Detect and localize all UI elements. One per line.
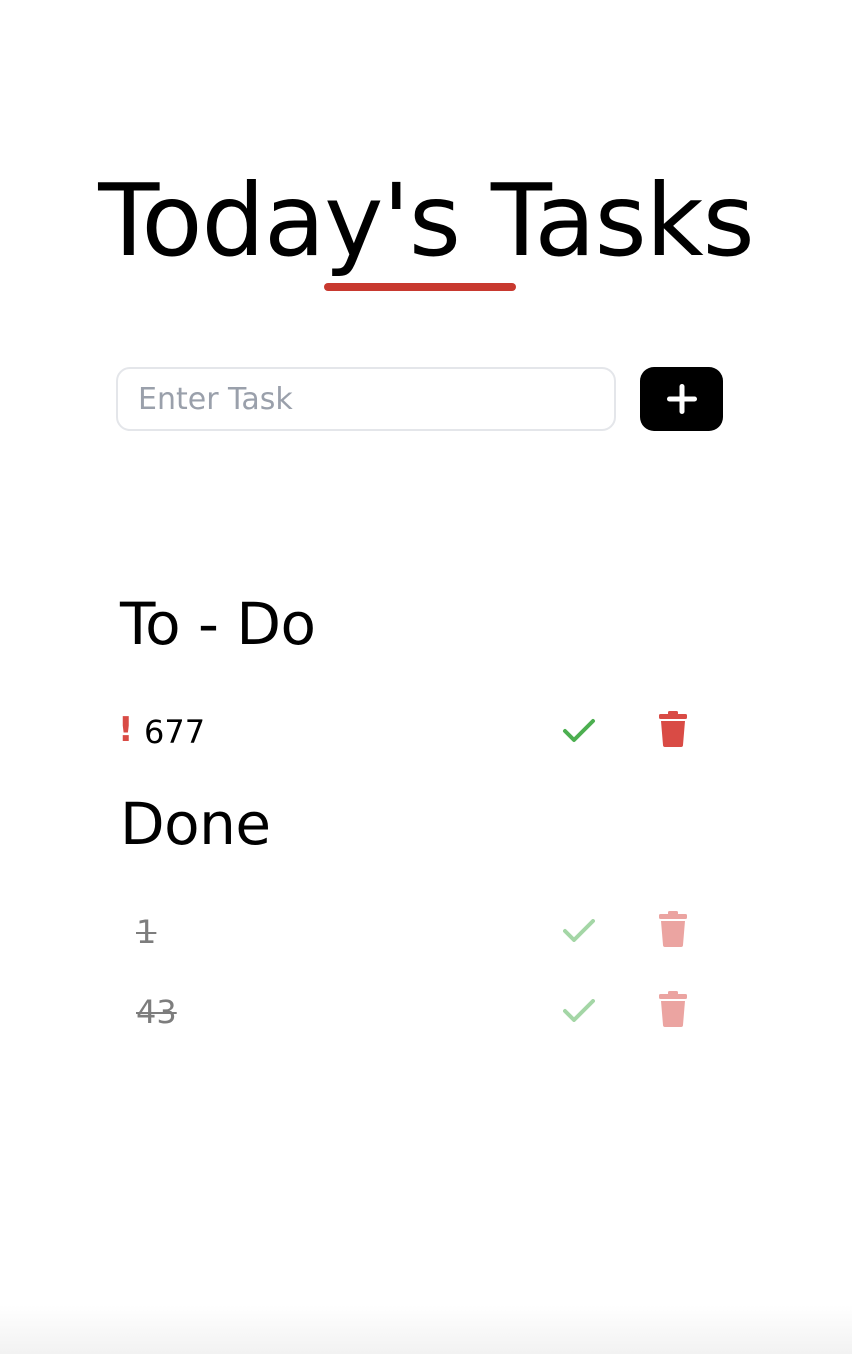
delete-task-button[interactable]	[658, 711, 688, 747]
complete-task-button[interactable]	[562, 916, 596, 946]
complete-task-button[interactable]	[562, 996, 596, 1026]
task-input[interactable]	[116, 367, 616, 431]
checkmark-icon	[563, 719, 595, 742]
checkmark-icon	[563, 919, 595, 942]
complete-task-button[interactable]	[562, 716, 596, 746]
done-task-row: 1	[116, 908, 716, 958]
task-text: 677	[144, 713, 206, 751]
todo-task-row: ! 677	[116, 708, 716, 758]
trash-icon	[659, 711, 687, 747]
delete-task-button[interactable]	[658, 911, 688, 947]
plus-icon	[666, 384, 697, 414]
page-title: Today's Tasks	[98, 162, 755, 279]
checkmark-icon	[563, 999, 595, 1022]
title-underline	[324, 283, 516, 291]
task-text: 43	[136, 993, 177, 1031]
delete-task-button[interactable]	[658, 991, 688, 1027]
trash-icon	[659, 991, 687, 1027]
todo-section-heading: To - Do	[120, 590, 316, 658]
task-text: 1	[136, 913, 157, 951]
add-task-button[interactable]	[640, 367, 723, 431]
exclamation-icon: !	[118, 710, 134, 750]
done-section-heading: Done	[120, 790, 271, 858]
trash-icon	[659, 911, 687, 947]
done-task-row: 43	[116, 988, 716, 1038]
app-page: Today's Tasks To - Do ! 677 Done 1	[0, 0, 852, 1354]
